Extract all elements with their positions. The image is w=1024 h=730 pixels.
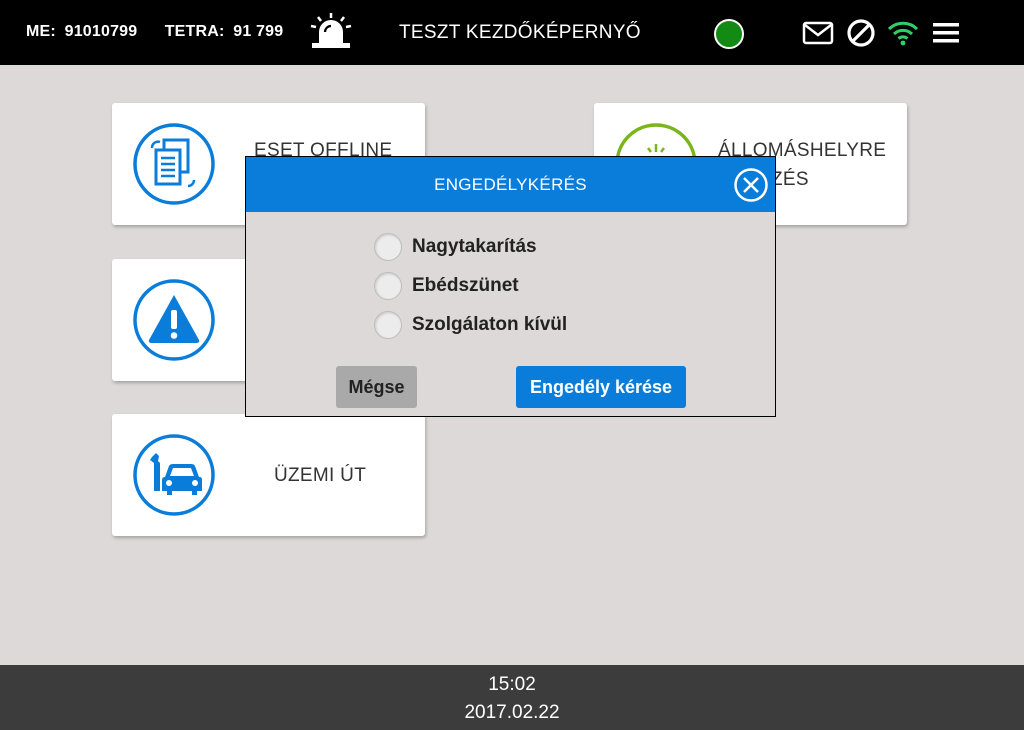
close-icon[interactable] — [733, 167, 769, 203]
option-nagytakaritas[interactable]: Nagytakarítás — [374, 232, 537, 262]
radio-button[interactable] — [374, 233, 402, 261]
me-label: ME: — [26, 23, 56, 40]
dialog-header: ENGEDÉLYKÉRÉS — [246, 157, 775, 212]
warning-icon — [133, 279, 215, 361]
radio-button[interactable] — [374, 311, 402, 339]
radio-button[interactable] — [374, 272, 402, 300]
screen-title: TESZT KEZDŐKÉPERNYŐ — [399, 22, 641, 43]
mail-icon[interactable] — [802, 18, 834, 48]
unit-ids: ME: 91010799 TETRA: 91 799 — [26, 23, 287, 41]
option-label: Szolgálaton kívül — [412, 314, 568, 335]
cancel-button[interactable]: Mégse — [336, 366, 417, 408]
card-label: ÜZEMI ÚT — [274, 465, 367, 486]
dialog-title: ENGEDÉLYKÉRÉS — [434, 175, 587, 194]
option-label: Ebédszünet — [412, 275, 519, 296]
bottom-bar: 15:02 2017.02.22 — [0, 665, 1024, 730]
block-icon[interactable] — [845, 18, 877, 48]
option-ebedszunet[interactable]: Ebédszünet — [374, 271, 519, 301]
option-label: Nagytakarítás — [412, 236, 537, 257]
request-permission-button[interactable]: Engedély kérése — [516, 366, 686, 408]
option-szolgalaton-kivul[interactable]: Szolgálaton kívül — [374, 310, 567, 340]
permission-request-dialog: ENGEDÉLYKÉRÉS Nagytakarítás Ebédszünet S… — [245, 156, 776, 417]
clock-time: 15:02 — [488, 674, 536, 695]
menu-icon[interactable] — [930, 18, 962, 48]
top-bar: ME: 91010799 TETRA: 91 799 TESZT KEZDŐKÉ… — [0, 0, 1024, 65]
car-service-icon — [133, 434, 215, 516]
card-uzemi-ut[interactable]: ÜZEMI ÚT — [112, 414, 425, 536]
tetra-value: 91 799 — [233, 23, 284, 40]
me-value: 91010799 — [64, 23, 138, 40]
wifi-icon[interactable] — [887, 18, 919, 48]
connection-status-indicator — [714, 19, 744, 49]
documents-sync-icon — [133, 123, 215, 205]
clock-date: 2017.02.22 — [464, 702, 560, 723]
tetra-label: TETRA: — [164, 23, 225, 40]
siren-icon[interactable] — [310, 12, 352, 50]
